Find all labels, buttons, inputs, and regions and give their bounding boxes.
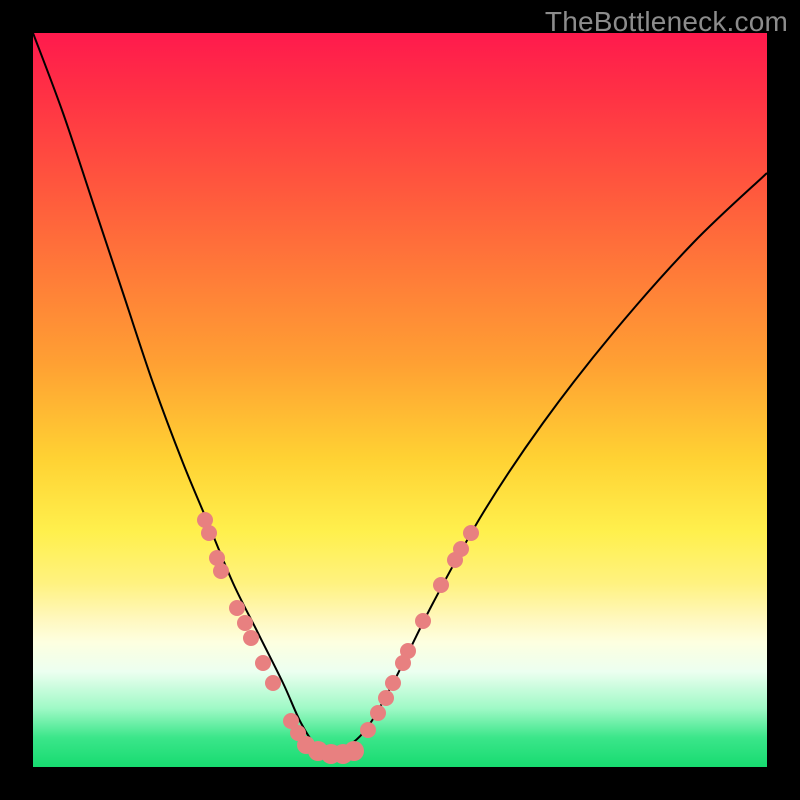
plot-area [33, 33, 767, 767]
curve-svg [33, 33, 767, 767]
data-point [213, 563, 229, 579]
data-point [453, 541, 469, 557]
data-point [237, 615, 253, 631]
data-point [201, 525, 217, 541]
watermark-text: TheBottleneck.com [545, 6, 788, 38]
data-point [243, 630, 259, 646]
data-point [360, 722, 376, 738]
data-point [370, 705, 386, 721]
data-point [385, 675, 401, 691]
data-point [344, 741, 364, 761]
data-point [415, 613, 431, 629]
chart-frame: TheBottleneck.com [0, 0, 800, 800]
data-point [433, 577, 449, 593]
data-points [197, 512, 479, 764]
data-point [463, 525, 479, 541]
data-point [378, 690, 394, 706]
data-point [229, 600, 245, 616]
data-point [400, 643, 416, 659]
data-point [255, 655, 271, 671]
data-point [265, 675, 281, 691]
bottleneck-curve [33, 33, 767, 754]
